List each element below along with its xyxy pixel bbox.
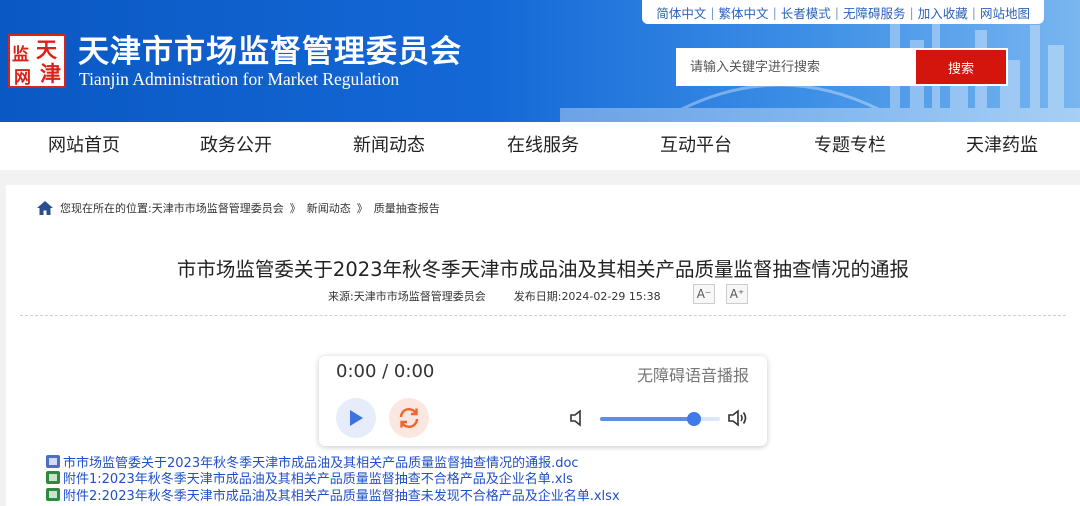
nav-item-interaction[interactable]: 互动平台: [660, 122, 732, 170]
site-header: 简体中文 | 繁体中文 | 长者模式 | 无障碍服务 | 加入收藏 | 网站地图 天 津 …: [0, 0, 1080, 122]
font-decrease-button[interactable]: A⁻: [693, 284, 715, 304]
attachment-link-doc[interactable]: 市市场监管委关于2023年秋冬季天津市成品油及其相关产品质量监督抽查情况的通报.…: [46, 453, 620, 471]
nav-item-online-services[interactable]: 在线服务: [507, 122, 579, 170]
player-label: 无障碍语音播报: [636, 366, 749, 385]
link-simplified-chinese[interactable]: 简体中文: [656, 3, 706, 22]
nav-item-drug-regulation[interactable]: 天津药监: [966, 122, 1038, 170]
volume-slider[interactable]: [600, 412, 720, 426]
link-site-map[interactable]: 网站地图: [980, 3, 1030, 22]
audio-player: 0:00 / 0:00 无障碍语音播报: [319, 356, 767, 446]
article-meta: 来源: 天津市市场监督管理委员会 发布日期: 2024-02-29 15:38: [328, 288, 661, 304]
breadcrumb-home[interactable]: 天津市市场监督管理委员会: [152, 200, 284, 216]
home-icon[interactable]: [36, 200, 54, 216]
nav-item-government-affairs[interactable]: 政务公开: [200, 122, 272, 170]
volume-low-icon[interactable]: [569, 409, 585, 427]
site-logo[interactable]: 天 津 监 网: [8, 34, 66, 88]
divider: [20, 315, 1066, 316]
loop-button[interactable]: [389, 398, 429, 438]
breadcrumb-news[interactable]: 新闻动态: [307, 200, 351, 216]
search-input[interactable]: [676, 48, 914, 86]
link-traditional-chinese[interactable]: 繁体中文: [719, 3, 769, 22]
search-box: 搜索: [676, 48, 1008, 86]
breadcrumb-separator: 》: [356, 202, 368, 215]
play-icon: [350, 410, 363, 426]
article-title: 市市场监管委关于2023年秋冬季天津市成品油及其相关产品质量监督抽查情况的通报: [176, 258, 910, 281]
link-elder-mode[interactable]: 长者模式: [781, 3, 831, 22]
source-label: 来源:: [328, 290, 354, 303]
xls-file-icon: [46, 487, 60, 501]
search-button[interactable]: 搜索: [916, 50, 1006, 84]
loop-icon: [399, 408, 419, 428]
play-button[interactable]: [336, 398, 376, 438]
font-increase-button[interactable]: A⁺: [726, 284, 748, 304]
nav-item-special-topics[interactable]: 专题专栏: [814, 122, 886, 170]
site-title: 天津市市场监督管理委员会: [78, 34, 462, 70]
article-panel: 您现在所在的位置: 天津市市场监督管理委员会 》 新闻动态 》 质量抽查报告 市…: [6, 185, 1080, 506]
main-nav: 网站首页 政务公开 新闻动态 在线服务 互动平台 专题专栏 天津药监: [0, 122, 1080, 170]
attachment-link-xls-2[interactable]: 附件2:2023年秋冬季天津市成品油及其相关产品质量监督抽查未发现不合格产品及企…: [46, 486, 620, 504]
volume-high-icon[interactable]: [727, 409, 749, 427]
date-label: 发布日期:: [513, 290, 562, 303]
link-accessibility[interactable]: 无障碍服务: [843, 3, 906, 22]
doc-file-icon: [46, 454, 60, 468]
xls-file-icon: [46, 471, 60, 485]
nav-item-news[interactable]: 新闻动态: [353, 122, 425, 170]
source-value: 天津市市场监督管理委员会: [353, 290, 486, 303]
attachment-list: 市市场监管委关于2023年秋冬季天津市成品油及其相关产品质量监督抽查情况的通报.…: [46, 453, 620, 504]
playback-time: 0:00 / 0:00: [336, 361, 435, 382]
top-links-bar: 简体中文 | 繁体中文 | 长者模式 | 无障碍服务 | 加入收藏 | 网站地图: [642, 0, 1044, 24]
nav-item-home[interactable]: 网站首页: [48, 122, 120, 170]
volume-knob[interactable]: [686, 412, 701, 426]
link-add-favorite[interactable]: 加入收藏: [918, 3, 968, 22]
date-value: 2024-02-29 15:38: [561, 289, 661, 303]
breadcrumb-separator: 》: [289, 202, 301, 215]
breadcrumb-current[interactable]: 质量抽查报告: [374, 200, 440, 216]
breadcrumb: 您现在所在的位置: 天津市市场监督管理委员会 》 新闻动态 》 质量抽查报告: [36, 200, 440, 216]
site-subtitle: Tianjin Administration for Market Regula…: [79, 69, 400, 89]
volume-fill: [600, 417, 694, 421]
breadcrumb-prefix: 您现在所在的位置:: [60, 202, 152, 215]
attachment-link-xls-1[interactable]: 附件1:2023年秋冬季天津市成品油及其相关产品质量监督抽查不合格产品及企业名单…: [46, 470, 620, 487]
